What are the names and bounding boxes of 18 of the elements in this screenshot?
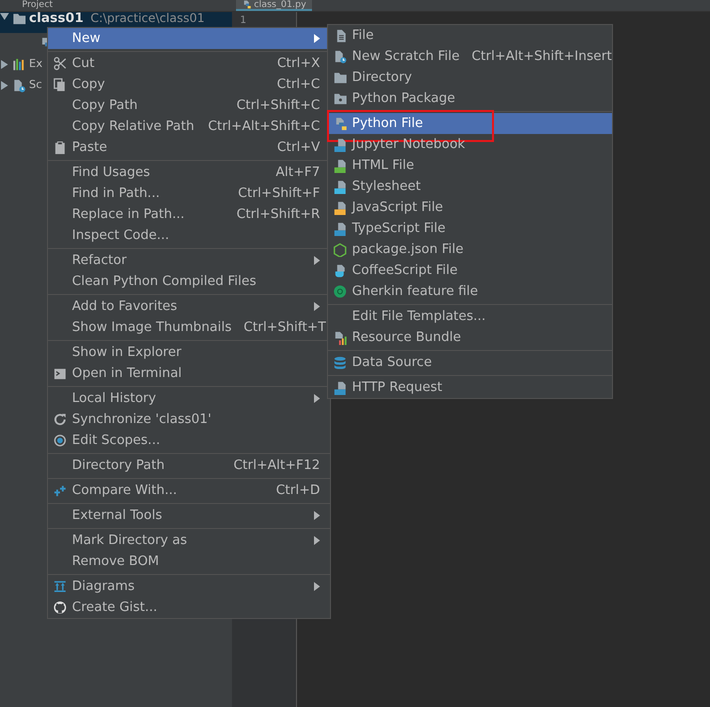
shortcut: Ctrl+Shift+T [244,318,326,337]
shortcut: Ctrl+Shift+R [236,206,320,224]
shortcut: Ctrl+Alt+Shift+C [208,118,320,136]
tree-path: C:\practice\class01 [90,12,205,25]
shortcut: Alt+F7 [276,164,320,182]
shortcut: Ctrl+V [277,138,320,157]
shortcut: Ctrl+Alt+F12 [233,456,320,475]
shortcut: Ctrl+C [276,76,320,94]
tree-label: class01 [29,12,84,25]
shortcut: Ctrl+X [277,54,320,73]
shortcut: Ctrl+Shift+C [236,96,320,115]
line-number: 1 [240,15,246,26]
panel-title: Project [21,0,53,11]
tree-label: Sc [29,77,42,94]
shortcut: Ctrl+Shift+F [238,184,320,203]
shortcut: Ctrl+D [276,482,320,500]
tree-label: Ex [29,56,42,72]
shortcut: Ctrl+Alt+Shift+Insert [472,48,612,66]
